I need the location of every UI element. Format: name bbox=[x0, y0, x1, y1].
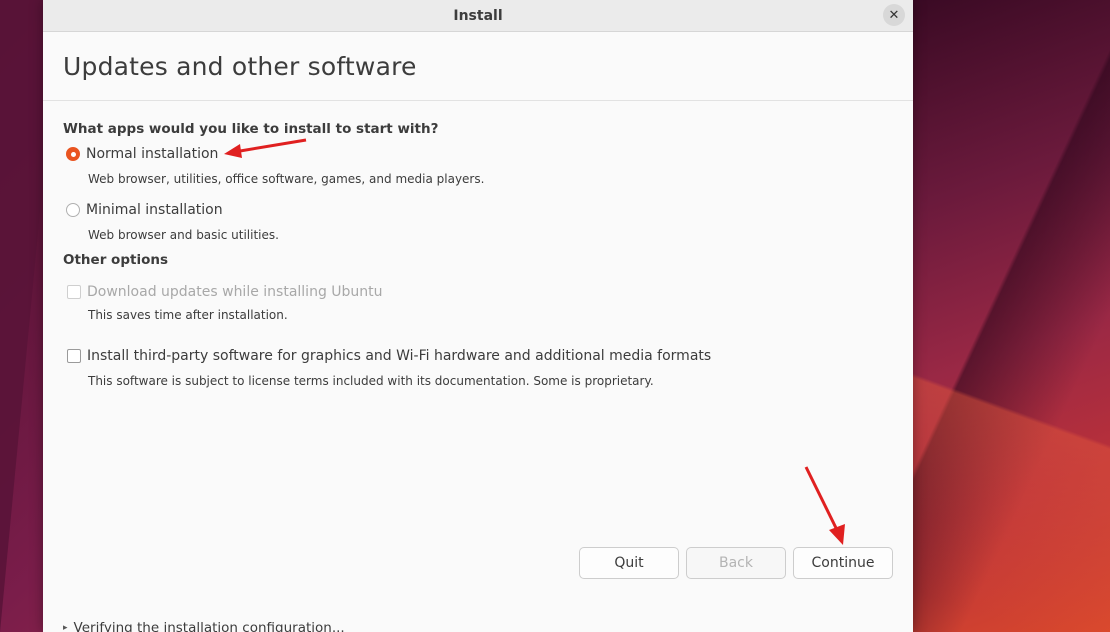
normal-installation-option[interactable]: Normal installation bbox=[63, 144, 893, 164]
main-content: What apps would you like to install to s… bbox=[43, 101, 913, 579]
installer-window: Install ✕ Updates and other software Wha… bbox=[43, 0, 913, 632]
third-party-software-option[interactable]: Install third-party software for graphic… bbox=[63, 346, 893, 366]
download-updates-option: Download updates while installing Ubuntu bbox=[63, 282, 893, 302]
progress-footer: ▸ Verifying the installation configurati… bbox=[63, 620, 345, 632]
wallpaper-shape bbox=[910, 272, 1110, 632]
other-options-title: Other options bbox=[63, 252, 168, 268]
apps-question: What apps would you like to install to s… bbox=[63, 121, 439, 137]
page-title: Updates and other software bbox=[63, 51, 417, 81]
normal-installation-radio[interactable] bbox=[66, 147, 80, 161]
normal-installation-label[interactable]: Normal installation bbox=[86, 146, 218, 162]
close-icon: ✕ bbox=[888, 7, 900, 23]
download-updates-checkbox bbox=[67, 285, 81, 299]
back-button: Back bbox=[686, 547, 786, 579]
download-updates-description: This saves time after installation. bbox=[88, 308, 288, 322]
third-party-software-description: This software is subject to license term… bbox=[88, 374, 654, 388]
progress-status-text: Verifying the installation configuration… bbox=[73, 620, 345, 632]
page-header: Updates and other software bbox=[43, 32, 913, 101]
third-party-software-label[interactable]: Install third-party software for graphic… bbox=[87, 348, 711, 364]
navigation-buttons: Quit Back Continue bbox=[579, 547, 893, 579]
close-button[interactable]: ✕ bbox=[883, 4, 905, 26]
continue-button[interactable]: Continue bbox=[793, 547, 893, 579]
quit-button[interactable]: Quit bbox=[579, 547, 679, 579]
title-bar[interactable]: Install ✕ bbox=[43, 0, 913, 32]
window-title: Install bbox=[453, 7, 503, 24]
download-updates-label: Download updates while installing Ubuntu bbox=[87, 284, 383, 300]
expander-caret-icon[interactable]: ▸ bbox=[63, 623, 68, 632]
normal-installation-description: Web browser, utilities, office software,… bbox=[88, 172, 485, 186]
third-party-software-checkbox[interactable] bbox=[67, 349, 81, 363]
minimal-installation-radio[interactable] bbox=[66, 203, 80, 217]
minimal-installation-label[interactable]: Minimal installation bbox=[86, 202, 223, 218]
minimal-installation-description: Web browser and basic utilities. bbox=[88, 228, 279, 242]
minimal-installation-option[interactable]: Minimal installation bbox=[63, 200, 893, 220]
